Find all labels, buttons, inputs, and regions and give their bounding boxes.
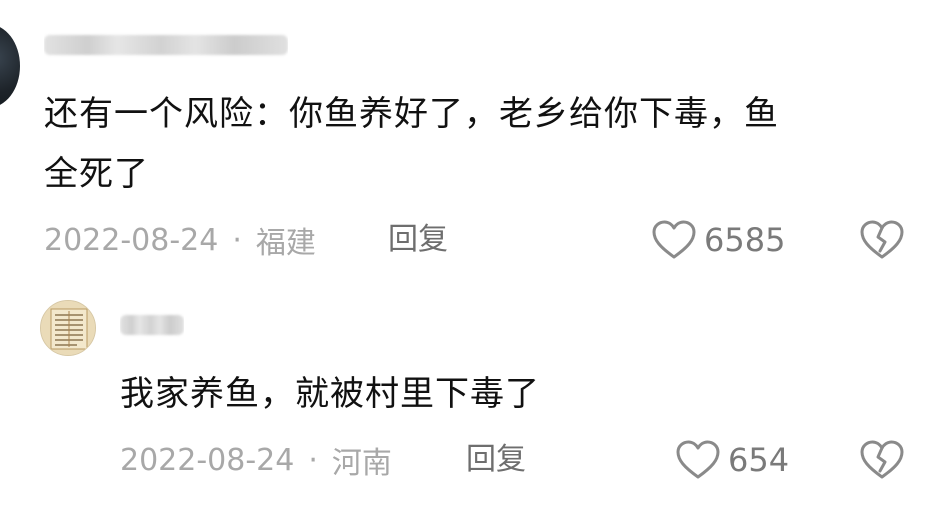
document-avatar-image [41, 301, 95, 355]
comment-text-line-1: 还有一个风险：你鱼养好了，老乡给你下毒，鱼 [44, 94, 779, 134]
comment-meta: 2022-08-24 · 福建 [44, 220, 316, 262]
reply-button[interactable]: 回复 [388, 220, 448, 260]
avatar[interactable] [0, 24, 20, 108]
comment-thread: 还有一个风险：你鱼养好了，老乡给你下毒，鱼 全死了 2022-08-24 · 福… [0, 0, 928, 513]
reply-like-button[interactable]: 654 [676, 440, 789, 480]
like-count: 6585 [704, 221, 786, 259]
reply-text: 我家养鱼，就被村里下毒了 [120, 374, 540, 414]
reply-location: 河南 [331, 446, 392, 481]
reply-date: 2022-08-24 [120, 442, 295, 478]
meta-separator: · [308, 442, 318, 478]
reply-reply-button[interactable]: 回复 [466, 440, 526, 480]
reply-avatar[interactable] [40, 300, 96, 356]
heart-outline-icon [676, 440, 720, 479]
username-redaction [120, 315, 184, 335]
like-button[interactable]: 6585 [652, 220, 785, 260]
meta-separator: · [232, 222, 242, 258]
heart-outline-icon [652, 220, 696, 259]
broken-heart-icon [860, 440, 904, 479]
comment-text-line-2: 全死了 [44, 154, 149, 194]
reply-dislike-button[interactable] [860, 440, 904, 484]
broken-heart-icon [860, 220, 904, 259]
reply-username-blurred[interactable] [120, 312, 184, 338]
username-redaction [44, 35, 288, 55]
username-blurred[interactable] [44, 32, 288, 58]
comment-text: 还有一个风险：你鱼养好了，老乡给你下毒，鱼 全死了 [44, 84, 914, 204]
comment-date: 2022-08-24 [44, 222, 219, 258]
reply-meta: 2022-08-24 · 河南 [120, 440, 392, 482]
comment-location: 福建 [255, 226, 316, 261]
reply-like-count: 654 [728, 441, 790, 479]
dislike-button[interactable] [860, 220, 904, 264]
